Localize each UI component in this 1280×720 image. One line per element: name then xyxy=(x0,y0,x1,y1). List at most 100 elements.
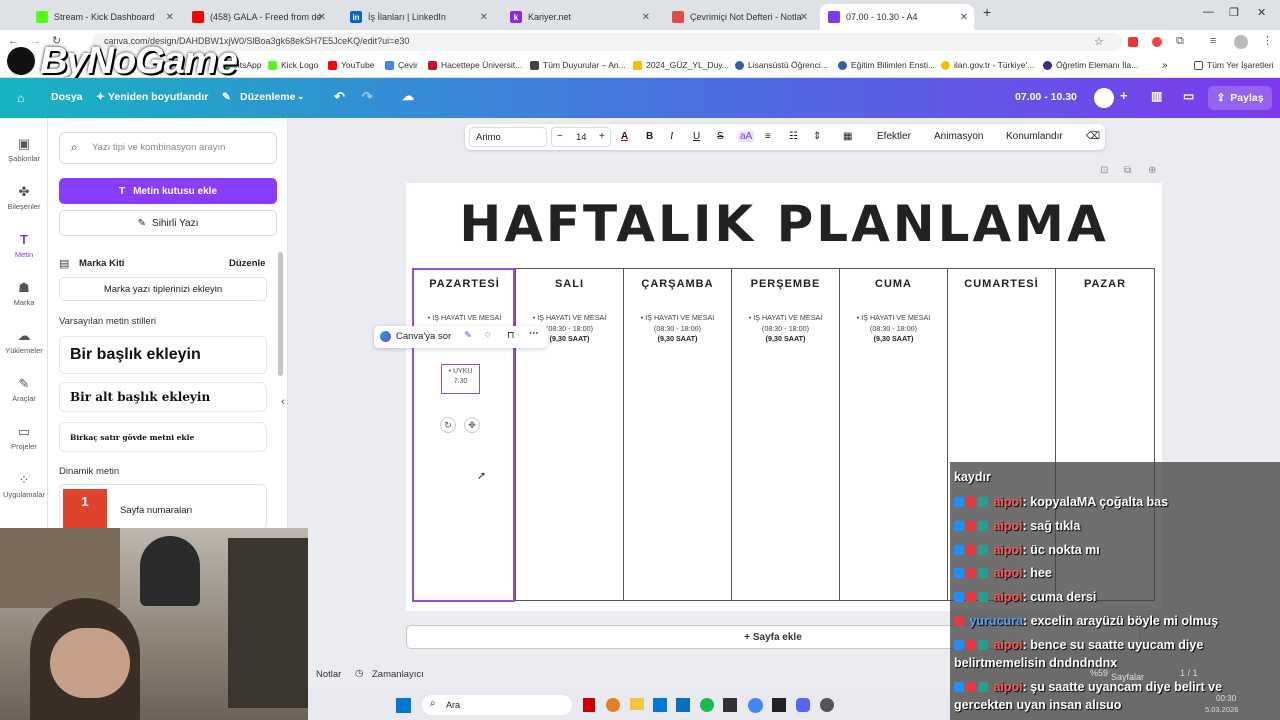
close-icon[interactable]: ✕ xyxy=(960,12,968,23)
day-column[interactable]: CUMA • İŞ HAYATI VE MESAİ (08:30 - 18:00)… xyxy=(840,269,948,600)
bookmark-item[interactable]: Eğitim Bilimleri Ensti... xyxy=(838,60,935,70)
font-size-value[interactable]: 14 xyxy=(576,132,587,143)
bookmark-item[interactable]: Tüm Duyurular – An... xyxy=(530,60,626,70)
day-schedule[interactable]: • İŞ HAYATI VE MESAİ (08:30 - 18:00) (9,30… xyxy=(840,313,947,345)
bold-icon[interactable]: B xyxy=(646,131,653,142)
underline-icon[interactable]: U xyxy=(693,131,700,142)
day-name[interactable]: SALI xyxy=(516,278,623,290)
app-icon[interactable] xyxy=(723,698,737,712)
profile-avatar[interactable] xyxy=(1234,35,1248,49)
epic-games-icon[interactable] xyxy=(772,698,786,712)
rail-item-templates[interactable]: ▣ Şablonlar xyxy=(0,136,48,163)
day-column[interactable]: SALI • İŞ HAYATI VE MESAİ (08:30 - 18:00)… xyxy=(516,269,624,600)
close-icon[interactable]: ✕ xyxy=(642,12,650,23)
panel-scrollbar[interactable] xyxy=(278,252,283,376)
increase-size-icon[interactable]: + xyxy=(599,131,605,142)
document-title[interactable]: 07.00 - 10.30 xyxy=(1015,91,1077,103)
timer-button[interactable]: Zamanlayıcı xyxy=(372,669,424,680)
rail-item-uploads[interactable]: ☁ Yüklemeler xyxy=(0,328,48,355)
file-explorer-icon[interactable] xyxy=(630,698,644,710)
store-icon[interactable] xyxy=(676,698,690,712)
more-bookmarks-icon[interactable]: » xyxy=(1162,60,1168,71)
insights-icon[interactable]: ▥ xyxy=(1151,89,1162,103)
extension-icon[interactable] xyxy=(1152,37,1162,47)
maximize-icon[interactable]: ❐ xyxy=(1229,6,1239,19)
rail-item-projects[interactable]: ▭ Projeler xyxy=(0,424,48,451)
body-style[interactable]: Birkaç satır gövde metni ekle xyxy=(59,422,267,452)
day-schedule[interactable]: • İŞ HAYATI VE MESAİ (08:30 - 18:00) (9,30… xyxy=(624,313,731,345)
font-family-select[interactable]: Arimo xyxy=(469,127,547,147)
day-schedule[interactable]: • İŞ HAYATI VE MESAİ (08:30 - 18:00) (9,30… xyxy=(732,313,839,345)
home-icon[interactable]: ⌂ xyxy=(17,91,24,105)
chrome-icon[interactable] xyxy=(748,698,763,713)
rail-item-elements[interactable]: ✤ Bileşenler xyxy=(0,184,48,211)
menu-icon[interactable]: ≡ xyxy=(1210,35,1216,47)
animate-button[interactable]: Animasyon xyxy=(934,131,983,142)
day-column[interactable]: PERŞEMBE • İŞ HAYATI VE MESAİ (08:30 - 18… xyxy=(732,269,840,600)
spotify-icon[interactable] xyxy=(700,698,714,712)
close-icon[interactable]: ✕ xyxy=(166,12,174,23)
collapse-panel-icon[interactable]: ‹ xyxy=(281,396,285,408)
all-bookmarks[interactable]: Tüm Yer İşaretleri xyxy=(1194,60,1274,70)
bookmark-item[interactable]: 2024_GÜZ_YL_Duy... xyxy=(633,60,729,70)
new-tab-button[interactable]: + xyxy=(983,4,991,20)
minimize-icon[interactable]: — xyxy=(1203,6,1214,18)
more-options-icon[interactable]: ⋯ xyxy=(529,328,539,339)
rail-item-brand[interactable]: ☗ Marka xyxy=(0,280,48,307)
cloud-save-icon[interactable]: ☁ xyxy=(402,89,414,103)
move-handle-icon[interactable]: ✥ xyxy=(464,417,480,433)
zoom-value[interactable]: %59 xyxy=(1090,668,1108,678)
notes-button[interactable]: Notlar xyxy=(316,669,341,680)
page-numbers-item[interactable]: 1 Sayfa numaraları xyxy=(59,484,267,530)
duplicate-page-icon[interactable]: ⧉ xyxy=(1124,165,1131,176)
subheading-style[interactable]: Bir alt başlık ekleyin xyxy=(59,382,267,412)
planner-title[interactable]: HAFTALIK PLANLAMA xyxy=(406,195,1162,253)
rail-item-apps[interactable]: ⁘ Uygulamalar xyxy=(0,472,48,499)
redo-icon[interactable]: ↷ xyxy=(362,89,373,105)
bookmark-item[interactable]: YouTube xyxy=(328,60,374,70)
day-column[interactable]: ÇARŞAMBA • İŞ HAYATI VE MESAİ (08:30 - 18… xyxy=(624,269,732,600)
copilot-icon[interactable] xyxy=(606,698,620,712)
rail-item-text[interactable]: T Metin xyxy=(0,232,48,259)
pages-label[interactable]: Sayfalar xyxy=(1111,672,1144,682)
day-name[interactable]: PAZAR xyxy=(1056,278,1154,290)
day-name[interactable]: ÇARŞAMBA xyxy=(624,278,731,290)
spacing-icon[interactable]: ⇕ xyxy=(813,131,821,142)
windows-start-icon[interactable] xyxy=(396,698,411,713)
bookmark-item[interactable]: Çevir xyxy=(385,60,418,70)
font-search-input[interactable]: Yazı tipi ve kombinasyon arayın xyxy=(59,132,277,164)
app-icon[interactable] xyxy=(583,698,595,712)
magic-icon[interactable]: ✎ xyxy=(464,330,472,341)
close-icon[interactable]: ✕ xyxy=(318,12,326,23)
close-icon[interactable]: ✕ xyxy=(800,12,808,23)
rail-item-tools[interactable]: ✎ Araçlar xyxy=(0,376,48,403)
list-icon[interactable]: ☷ xyxy=(789,131,798,142)
share-button[interactable]: ⇪ Paylaş xyxy=(1208,86,1272,110)
more-icon[interactable]: ⋮ xyxy=(1262,34,1273,47)
bookmark-item[interactable]: ilan.gov.tr - Türkiye'... xyxy=(941,60,1034,70)
tab-canva[interactable]: 07.00 - 10.30 - A4 ✕ xyxy=(820,4,974,30)
brand-fonts-button[interactable]: Marka yazı tiplerinizi ekleyin xyxy=(59,277,267,301)
comment-add-icon[interactable]: ◌ xyxy=(485,329,491,340)
magic-write-button[interactable]: ✎ Sihirli Yazı xyxy=(59,210,277,236)
transparency-icon[interactable]: ▦ xyxy=(843,131,852,142)
rotate-handle-icon[interactable]: ↻ xyxy=(440,417,456,433)
undo-icon[interactable]: ↶ xyxy=(334,89,345,105)
text-color-icon[interactable]: A xyxy=(621,131,628,142)
resize-button[interactable]: Yeniden boyutlandır xyxy=(108,91,208,103)
effects-button[interactable]: Efektler xyxy=(877,131,911,142)
tab-linkedin[interactable]: in İş İlanları | LinkedIn ✕ xyxy=(342,4,494,30)
bookmark-item[interactable]: Lisansüstü Öğrenci... xyxy=(735,60,828,70)
tab-notepad[interactable]: Çevrimiçi Not Defteri - Notlarını ✕ xyxy=(664,4,814,30)
obs-icon[interactable] xyxy=(820,698,834,712)
comment-icon[interactable]: ▭ xyxy=(1183,89,1194,103)
bookmark-item[interactable]: Kick Logo xyxy=(268,60,318,70)
italic-icon[interactable]: I xyxy=(670,131,673,142)
bookmark-star-icon[interactable]: ☆ xyxy=(1094,35,1104,48)
heading-style[interactable]: Bir başlık ekleyin xyxy=(59,336,267,374)
extension-icon[interactable] xyxy=(1128,37,1138,47)
align-icon[interactable]: ≡ xyxy=(765,131,771,142)
lock-page-icon[interactable]: ⊡ xyxy=(1100,165,1108,176)
position-button[interactable]: Konumlandır xyxy=(1006,131,1063,142)
user-avatar[interactable] xyxy=(1094,88,1114,108)
